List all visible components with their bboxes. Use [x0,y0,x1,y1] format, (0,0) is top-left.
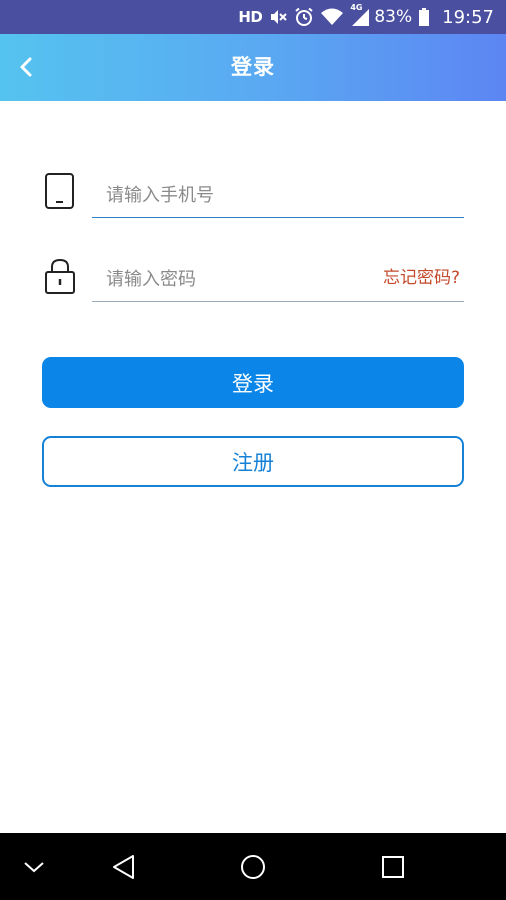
forgot-password-link[interactable]: 忘记密码? [383,256,460,300]
wifi-icon [320,0,344,34]
nav-collapse-button[interactable] [12,846,56,888]
register-button[interactable]: 注册 [42,436,464,487]
recents-square-icon [382,856,404,878]
app-header: 登录 [0,34,506,101]
nav-recents-button[interactable] [371,846,415,888]
status-bar: HD 4G 83% 19:57 [0,0,506,34]
phone-underline [92,216,464,218]
battery-percentage: 83% [374,7,413,27]
page-title: 登录 [231,55,275,79]
phone-icon [42,172,78,212]
alarm-icon [294,0,314,34]
network-type-label: 4G [350,3,363,12]
chevron-down-icon [24,862,44,873]
login-button[interactable]: 登录 [42,357,464,408]
system-nav-bar [0,833,506,900]
signal-icon: 4G [350,0,370,34]
back-triangle-icon [113,855,134,879]
lock-icon [42,256,78,296]
login-screen: HD 4G 83% 19:57 登录 请输入手机号 忘记密码? 登录 注册 [0,0,506,900]
hd-indicator: HD [238,8,263,26]
phone-input[interactable] [92,172,464,218]
battery-icon [418,0,430,34]
nav-home-button[interactable] [231,846,275,888]
home-circle-icon [241,855,265,879]
password-underline [92,300,464,302]
clock: 19:57 [442,6,494,28]
phone-field[interactable] [92,172,464,218]
password-field[interactable]: 忘记密码? [92,256,464,302]
nav-back-button[interactable] [102,846,146,888]
mute-icon [268,0,288,34]
